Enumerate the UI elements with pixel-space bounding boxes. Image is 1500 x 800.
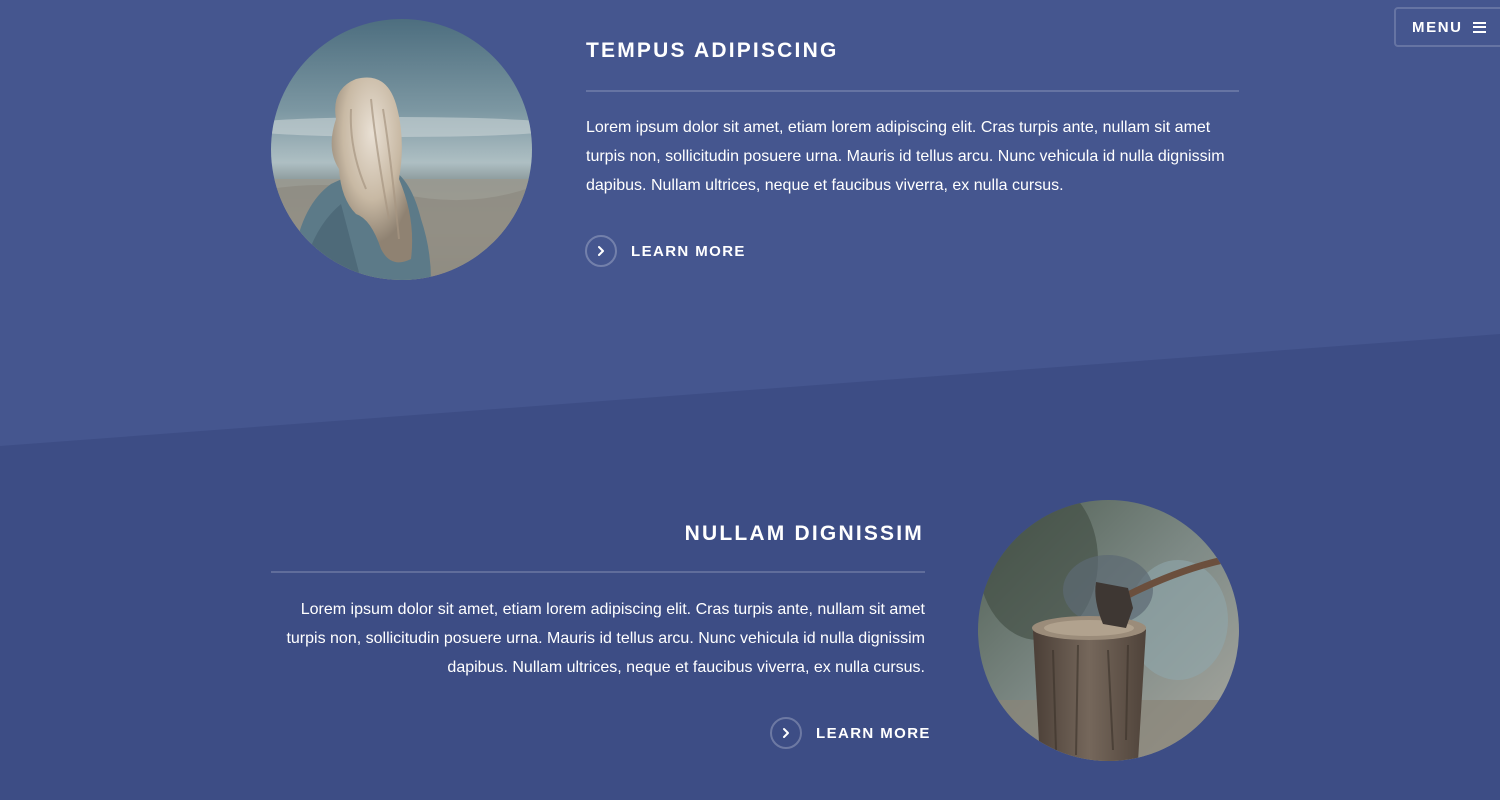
feature-body-text: Lorem ipsum dolor sit amet, etiam lorem … <box>586 119 1225 194</box>
feature-image-axe <box>978 500 1239 761</box>
chevron-right-icon <box>585 235 617 267</box>
feature-body-text: Lorem ipsum dolor sit amet, etiam lorem … <box>286 601 925 676</box>
feature-divider <box>271 571 925 573</box>
feature-image-woman <box>271 19 532 280</box>
feature-title: TEMPUS ADIPISCING <box>586 39 839 62</box>
learn-more-label: LEARN MORE <box>631 242 746 260</box>
feature-tempus-adipiscing: TEMPUS ADIPISCING Lorem ipsum dolor sit … <box>0 0 1500 446</box>
learn-more-label: LEARN MORE <box>816 724 931 742</box>
feature-divider <box>586 90 1239 92</box>
chevron-right-icon <box>770 717 802 749</box>
feature-nullam-dignissim: NULLAM DIGNISSIM Lorem ipsum dolor sit a… <box>0 446 1500 800</box>
learn-more-link[interactable]: LEARN MORE <box>770 717 931 749</box>
learn-more-link[interactable]: LEARN MORE <box>585 235 746 267</box>
feature-title: NULLAM DIGNISSIM <box>684 522 924 545</box>
